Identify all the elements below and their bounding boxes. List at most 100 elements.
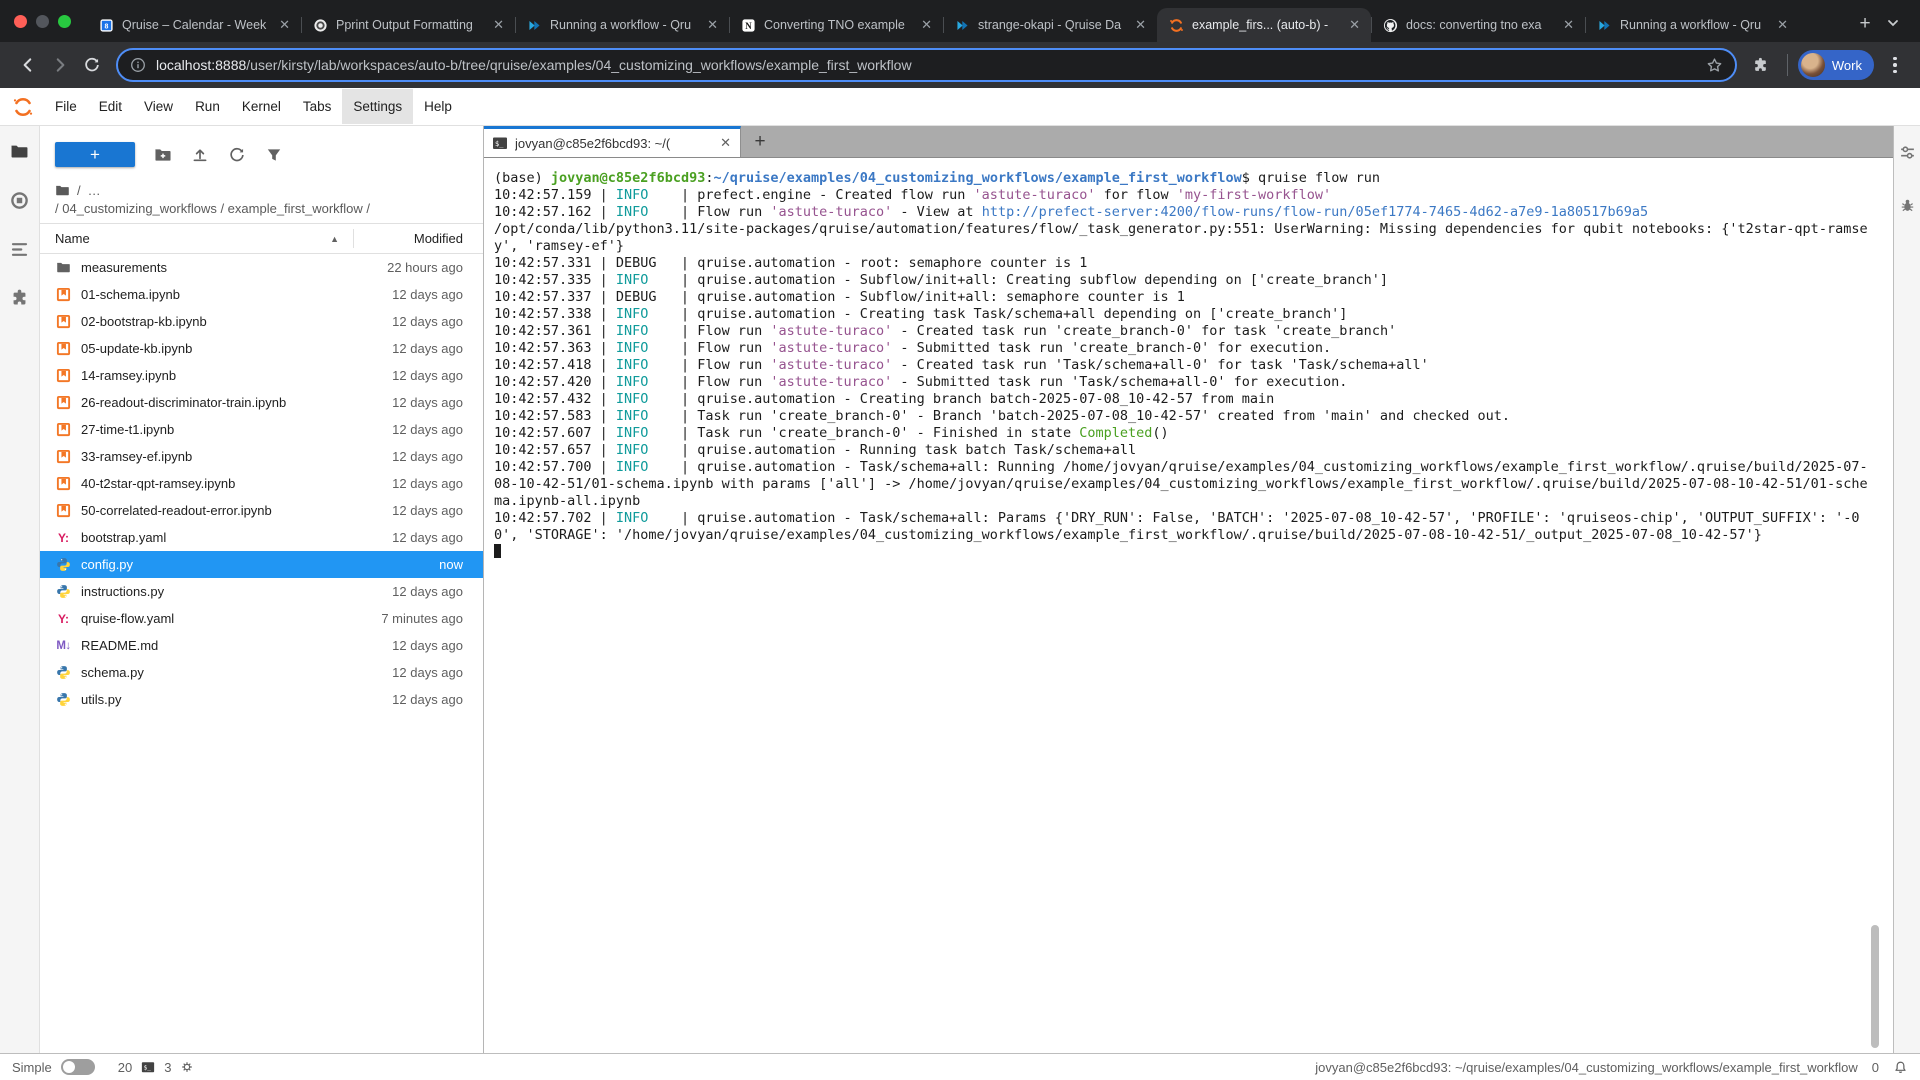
file-name: bootstrap.yaml (81, 530, 344, 545)
reload-icon[interactable] (76, 49, 108, 81)
file-row[interactable]: measurements22 hours ago (40, 254, 483, 281)
window-controls (10, 0, 87, 42)
window-maximize-button[interactable] (58, 15, 71, 28)
browser-tab[interactable]: Running a workflow - Qru✕ (1585, 8, 1799, 42)
window-minimize-button[interactable] (36, 15, 49, 28)
tab-close-icon[interactable]: ✕ (276, 17, 293, 33)
refresh-icon[interactable] (228, 146, 246, 164)
new-tab-button[interactable]: + (1850, 9, 1880, 39)
bell-icon[interactable] (1893, 1060, 1908, 1075)
filter-icon[interactable] (265, 146, 283, 164)
menu-item-settings[interactable]: Settings (342, 89, 413, 124)
browser-tab[interactable]: docs: converting tno exa✕ (1371, 8, 1585, 42)
debugger-bug-icon[interactable] (1899, 197, 1916, 214)
window-close-button[interactable] (14, 15, 27, 28)
tab-search-chevron-icon[interactable] (1880, 10, 1906, 36)
breadcrumb-root[interactable]: / (77, 183, 81, 198)
browser-tab[interactable]: Pprint Output Formatting ✕ (301, 8, 515, 42)
profile-chip[interactable]: Work (1798, 50, 1874, 80)
sort-ascending-icon: ▲ (330, 234, 339, 244)
browser-tab[interactable]: example_firs... (auto-b) -✕ (1157, 8, 1371, 42)
tab-close-icon[interactable]: ✕ (1132, 17, 1149, 33)
terminal-tab[interactable]: $_ jovyan@c85e2f6bcd93: ~/( ✕ (484, 126, 741, 157)
file-row[interactable]: M↓README.md12 days ago (40, 632, 483, 659)
property-inspector-icon[interactable] (1899, 144, 1916, 161)
file-row[interactable]: 01-schema.ipynb12 days ago (40, 281, 483, 308)
file-row[interactable]: Y:bootstrap.yaml12 days ago (40, 524, 483, 551)
modified-column-header[interactable]: Modified (353, 229, 463, 248)
file-row[interactable]: 40-t2star-qpt-ramsey.ipynb12 days ago (40, 470, 483, 497)
simple-mode-toggle[interactable] (61, 1059, 95, 1075)
breadcrumb-path[interactable]: / 04_customizing_workflows / example_fir… (40, 198, 483, 223)
python-file-icon (55, 665, 72, 680)
file-modified: 12 days ago (353, 692, 463, 707)
file-row[interactable]: schema.py12 days ago (40, 659, 483, 686)
svg-text:$_: $_ (495, 140, 504, 148)
tab-close-icon[interactable]: ✕ (1774, 17, 1791, 33)
file-name: 05-update-kb.ipynb (81, 341, 344, 356)
tab-close-icon[interactable]: ✕ (1346, 17, 1363, 33)
menu-item-help[interactable]: Help (413, 89, 463, 124)
new-folder-icon[interactable] (154, 146, 172, 164)
yaml-file-icon: Y: (55, 612, 72, 626)
new-launcher-button[interactable]: + (55, 142, 135, 167)
browser-tab[interactable]: Running a workflow - Qru ✕ (515, 8, 729, 42)
terminal-line: 10:42:57.361 | INFO | Flow run 'astute-t… (494, 323, 1893, 340)
extension-manager-puzzle-icon[interactable] (10, 289, 29, 308)
scrollbar-thumb[interactable] (1871, 925, 1879, 1048)
kernel-count-icon[interactable] (180, 1060, 194, 1074)
file-row[interactable]: utils.py12 days ago (40, 686, 483, 713)
browser-tab[interactable]: strange-okapi - Qruise Da✕ (943, 8, 1157, 42)
menu-item-tabs[interactable]: Tabs (292, 89, 343, 124)
back-icon[interactable] (12, 49, 44, 81)
file-row[interactable]: instructions.py12 days ago (40, 578, 483, 605)
file-row[interactable]: 50-correlated-readout-error.ipynb12 days… (40, 497, 483, 524)
terminal-output[interactable]: (base) jovyan@c85e2f6bcd93:~/qruise/exam… (484, 158, 1893, 1053)
bookmark-star-icon[interactable] (1706, 57, 1723, 74)
file-row[interactable]: 26-readout-discriminator-train.ipynb12 d… (40, 389, 483, 416)
menu-item-view[interactable]: View (133, 89, 184, 124)
file-modified: 12 days ago (353, 584, 463, 599)
browser-tab[interactable]: 8Qruise – Calendar - Week✕ (87, 8, 301, 42)
tab-close-icon[interactable]: ✕ (704, 17, 721, 33)
file-modified: 12 days ago (353, 503, 463, 518)
menu-item-run[interactable]: Run (184, 89, 231, 124)
terminal-tab-close-icon[interactable]: ✕ (717, 135, 734, 151)
tab-title: Pprint Output Formatting (336, 18, 482, 32)
browser-menu-kebab-icon[interactable] (1882, 57, 1908, 74)
file-row[interactable]: 02-bootstrap-kb.ipynb12 days ago (40, 308, 483, 335)
file-browser-icon[interactable] (10, 142, 29, 161)
file-row[interactable]: config.pynow (40, 551, 483, 578)
file-row[interactable]: Y:qruise-flow.yaml7 minutes ago (40, 605, 483, 632)
menu-item-file[interactable]: File (44, 89, 88, 124)
home-folder-icon[interactable] (55, 183, 70, 198)
add-terminal-button[interactable]: + (741, 126, 779, 157)
site-info-icon[interactable] (130, 57, 146, 73)
terminal-count-icon[interactable]: $_ (141, 1060, 155, 1074)
tab-close-icon[interactable]: ✕ (490, 17, 507, 33)
extensions-puzzle-icon[interactable] (1745, 49, 1777, 81)
upload-icon[interactable] (191, 146, 209, 164)
tab-title: Running a workflow - Qru (550, 18, 696, 32)
forward-icon[interactable] (44, 49, 76, 81)
running-kernels-icon[interactable] (10, 191, 29, 210)
file-row[interactable]: 27-time-t1.ipynb12 days ago (40, 416, 483, 443)
name-column-header[interactable]: Name ▲ (55, 231, 353, 246)
terminal-line: 10:42:57.418 | INFO | Flow run 'astute-t… (494, 357, 1893, 374)
breadcrumb-ellipsis[interactable]: … (88, 183, 101, 198)
menu-item-kernel[interactable]: Kernel (231, 89, 292, 124)
menu-item-edit[interactable]: Edit (88, 89, 133, 124)
file-name: 14-ramsey.ipynb (81, 368, 344, 383)
file-row[interactable]: 05-update-kb.ipynb12 days ago (40, 335, 483, 362)
tab-close-icon[interactable]: ✕ (918, 17, 935, 33)
markdown-file-icon: M↓ (55, 640, 72, 652)
url-bar[interactable]: localhost:8888/user/kirsty/lab/workspace… (116, 48, 1737, 82)
browser-tab[interactable]: NConverting TNO example✕ (729, 8, 943, 42)
table-of-contents-icon[interactable] (10, 240, 29, 259)
terminal-line: 10:42:57.583 | INFO | Task run 'create_b… (494, 408, 1893, 425)
file-row[interactable]: 33-ramsey-ef.ipynb12 days ago (40, 443, 483, 470)
file-browser-toolbar: + (40, 126, 483, 177)
terminal-line: 10:42:57.432 | INFO | qruise.automation … (494, 391, 1893, 408)
tab-close-icon[interactable]: ✕ (1560, 17, 1577, 33)
file-row[interactable]: 14-ramsey.ipynb12 days ago (40, 362, 483, 389)
